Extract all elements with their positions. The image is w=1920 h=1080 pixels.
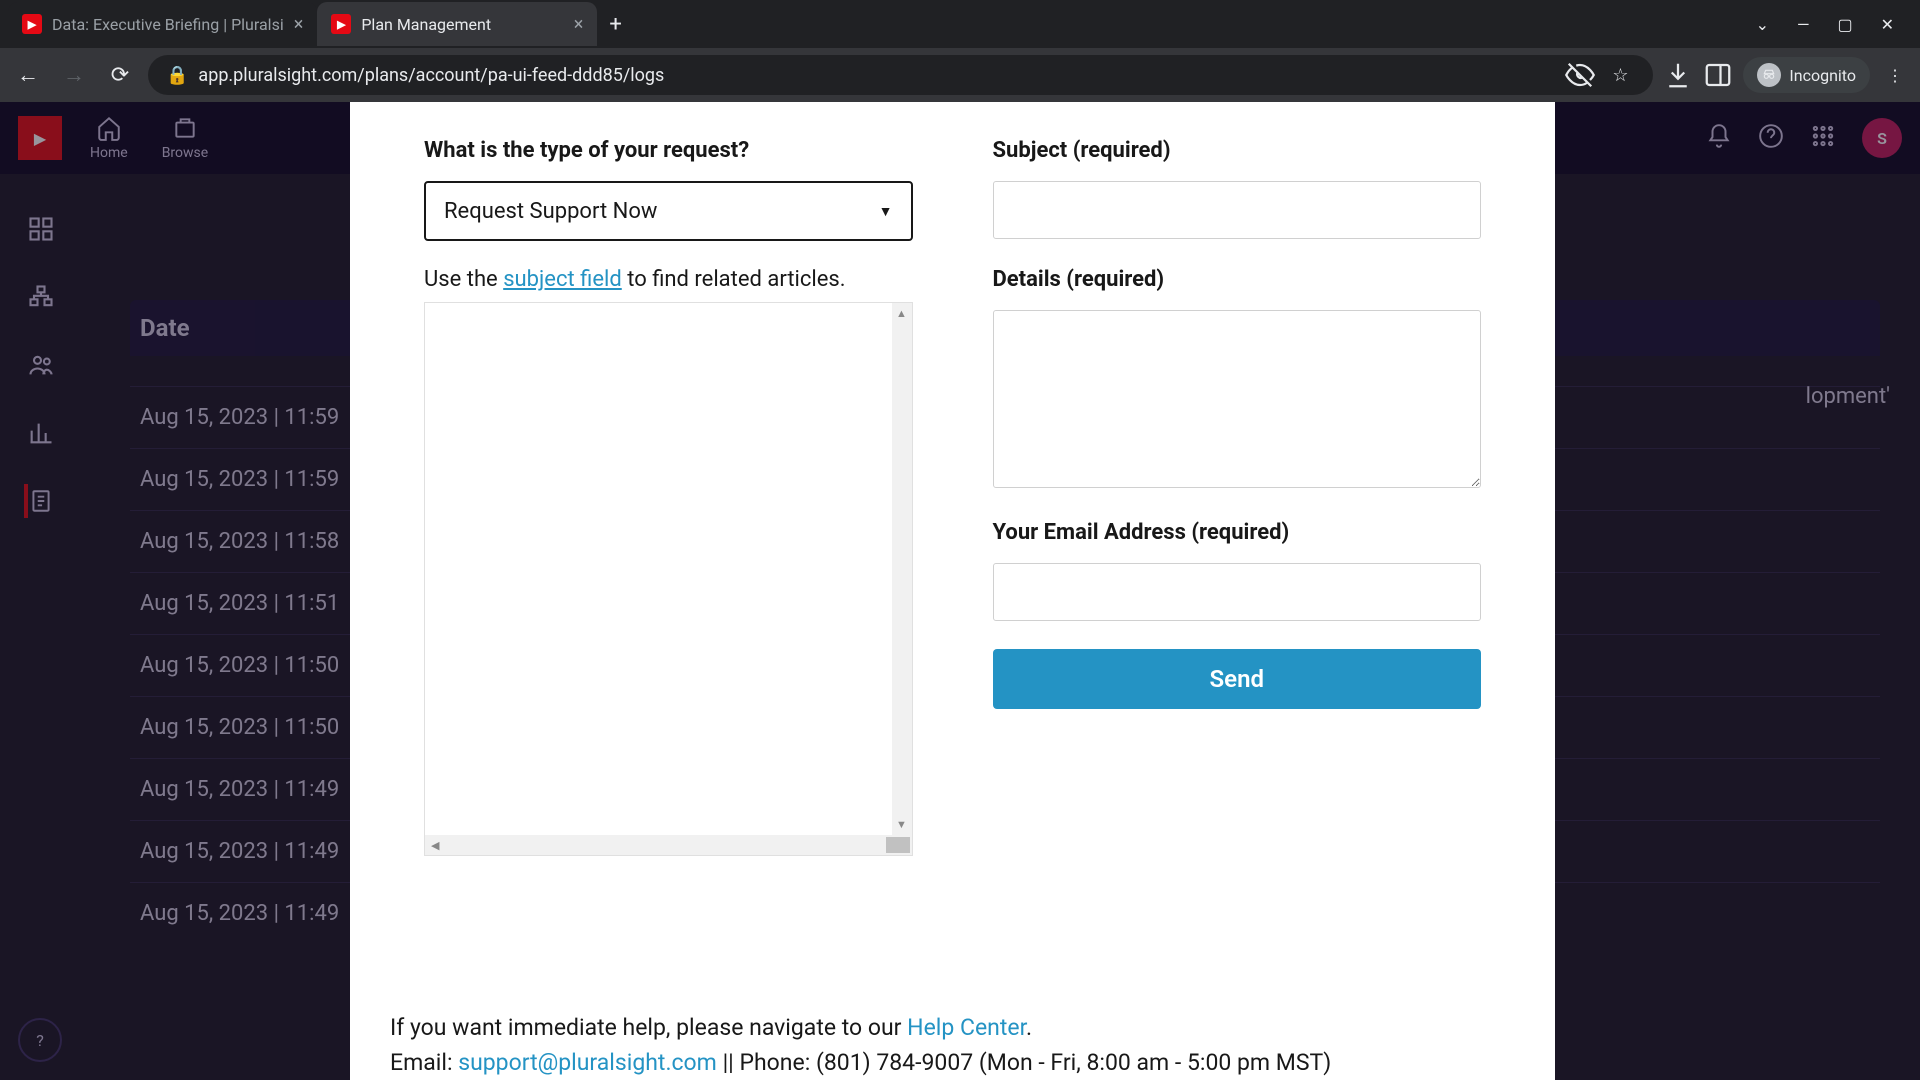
apps-grid-icon[interactable] [1810, 123, 1836, 153]
bell-icon[interactable] [1706, 123, 1732, 153]
chevron-down-icon[interactable]: ⌄ [1756, 15, 1769, 34]
address-bar: ← → ⟳ 🔒 app.pluralsight.com/plans/accoun… [0, 48, 1920, 102]
send-button[interactable]: Send [993, 649, 1482, 709]
url-text: app.pluralsight.com/plans/account/pa-ui-… [198, 65, 1555, 86]
side-rail [0, 174, 82, 518]
chevron-down-icon: ▼ [879, 203, 893, 220]
side-panel-icon[interactable] [1703, 60, 1733, 90]
tab-plan-management[interactable]: ▶ Plan Management × [317, 2, 597, 46]
subject-field-link[interactable]: subject field [503, 267, 622, 292]
downloads-icon[interactable] [1663, 60, 1693, 90]
help-fab[interactable]: ? [18, 1018, 62, 1062]
tab-executive-briefing[interactable]: ▶ Data: Executive Briefing | Pluralsi × [8, 2, 317, 46]
email-input[interactable] [993, 563, 1482, 621]
related-articles-box: ▲▼ ◀▶ [424, 302, 913, 856]
scrollbar-vertical[interactable]: ▲▼ [892, 303, 912, 835]
dashboard-icon[interactable] [24, 212, 58, 246]
modal-left-column: What is the type of your request? Reques… [424, 138, 913, 856]
nav-browse[interactable]: Browse [162, 115, 208, 161]
minimize-icon[interactable]: ― [1797, 15, 1810, 34]
new-tab-button[interactable]: + [597, 12, 633, 37]
nav-browse-label: Browse [162, 145, 208, 161]
support-email-link[interactable]: support@pluralsight.com [458, 1049, 717, 1076]
pluralsight-favicon: ▶ [331, 14, 351, 34]
people-icon[interactable] [24, 348, 58, 382]
pluralsight-logo[interactable]: ▶ [18, 116, 62, 160]
org-icon[interactable] [24, 280, 58, 314]
kebab-menu-icon[interactable]: ⋮ [1880, 60, 1910, 90]
avatar[interactable]: S [1862, 118, 1902, 158]
modal-footer: If you want immediate help, please navig… [390, 1011, 1515, 1080]
nav-home[interactable]: Home [90, 115, 128, 161]
header-nav: Home Browse [90, 115, 208, 161]
request-type-select[interactable]: Request Support Now ▼ [424, 181, 913, 241]
request-type-value: Request Support Now [444, 199, 657, 224]
analytics-icon[interactable] [24, 416, 58, 450]
helper-text: Use the subject field to find related ar… [424, 267, 913, 292]
close-window-icon[interactable]: ✕ [1881, 15, 1894, 34]
eye-off-icon[interactable] [1565, 60, 1595, 90]
tab-bar: ▶ Data: Executive Briefing | Pluralsi × … [0, 0, 1920, 48]
tab-title: Plan Management [361, 15, 491, 34]
home-icon [96, 115, 122, 141]
close-icon[interactable]: × [294, 14, 304, 35]
back-button[interactable]: ← [10, 57, 46, 93]
tab-title: Data: Executive Briefing | Pluralsi [52, 15, 284, 34]
maximize-icon[interactable]: ▢ [1837, 15, 1852, 34]
close-icon[interactable]: × [574, 14, 584, 35]
modal-right-column: Subject (required) Details (required) Yo… [993, 138, 1482, 856]
browse-icon [172, 115, 198, 141]
incognito-badge[interactable]: Incognito [1743, 57, 1870, 93]
help-center-link[interactable]: Help Center [907, 1014, 1026, 1041]
subject-input[interactable] [993, 181, 1482, 239]
window-controls: ⌄ ― ▢ ✕ [1756, 15, 1912, 34]
help-icon[interactable] [1758, 123, 1784, 153]
email-label: Your Email Address (required) [993, 520, 1482, 545]
logs-icon[interactable] [24, 484, 58, 518]
incognito-label: Incognito [1789, 66, 1856, 85]
star-icon[interactable]: ☆ [1605, 60, 1635, 90]
nav-home-label: Home [90, 145, 128, 161]
forward-button[interactable]: → [56, 57, 92, 93]
url-bar[interactable]: 🔒 app.pluralsight.com/plans/account/pa-u… [148, 55, 1653, 95]
reload-button[interactable]: ⟳ [102, 57, 138, 93]
details-textarea[interactable] [993, 310, 1482, 488]
lock-icon: 🔒 [166, 65, 188, 86]
details-label: Details (required) [993, 267, 1482, 292]
log-text-fragment: lopment' [1806, 384, 1890, 409]
scrollbar-horizontal[interactable]: ◀▶ [425, 835, 912, 855]
request-type-label: What is the type of your request? [424, 138, 913, 163]
pluralsight-favicon: ▶ [22, 14, 42, 34]
incognito-icon [1757, 63, 1781, 87]
browser-chrome: ▶ Data: Executive Briefing | Pluralsi × … [0, 0, 1920, 102]
subject-label: Subject (required) [993, 138, 1482, 163]
support-modal: What is the type of your request? Reques… [350, 102, 1555, 1080]
